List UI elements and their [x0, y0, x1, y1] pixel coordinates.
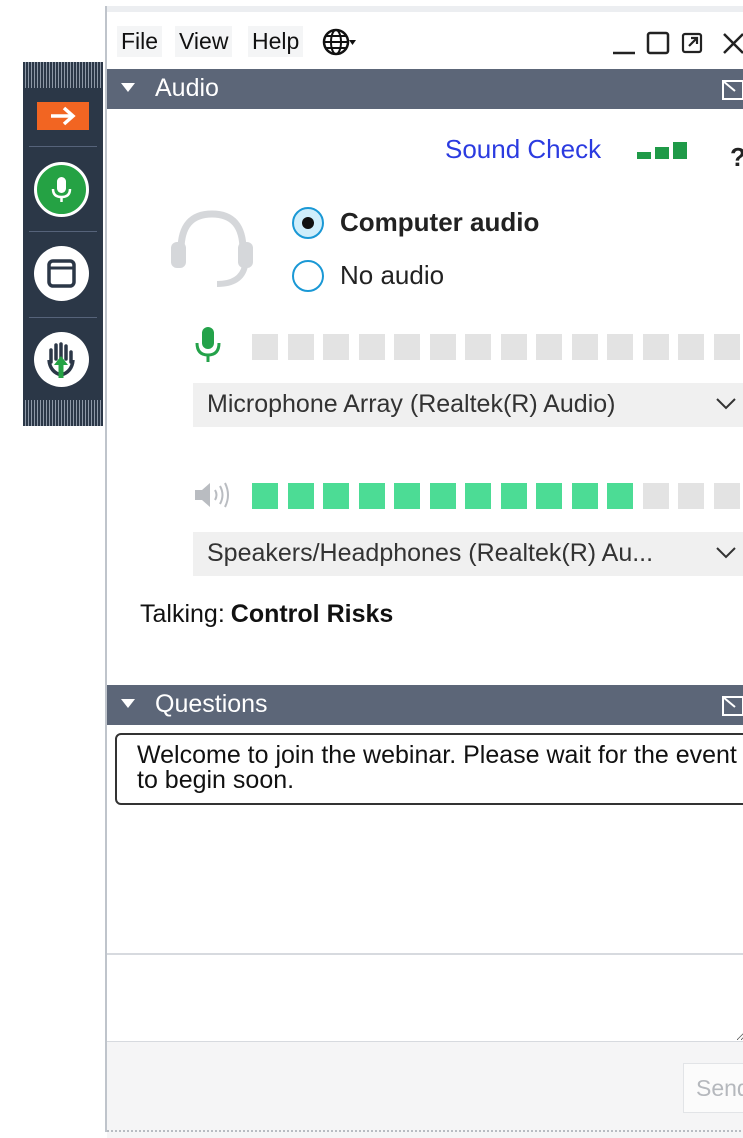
- close-button[interactable]: [721, 30, 743, 61]
- audio-panel-header[interactable]: Audio: [107, 69, 743, 109]
- sound-check-link[interactable]: Sound Check: [445, 134, 601, 165]
- headset-icon: [171, 210, 253, 287]
- level-segment: [394, 483, 420, 509]
- popout-icon: [681, 32, 703, 54]
- level-segment: [323, 334, 349, 360]
- level-segment: [571, 334, 598, 360]
- level-segment: [536, 483, 562, 509]
- level-segment: [678, 334, 704, 360]
- popout-icon: [722, 80, 743, 100]
- menu-view[interactable]: View: [175, 26, 233, 57]
- level-segment: [678, 483, 704, 509]
- microphone-button[interactable]: [34, 162, 89, 217]
- divider: [29, 146, 97, 147]
- level-segment: [252, 334, 278, 360]
- level-segment: [713, 483, 740, 509]
- questions-popout-icon[interactable]: [721, 695, 743, 724]
- no-audio-radio[interactable]: [292, 260, 324, 292]
- collapse-triangle-icon: [121, 83, 135, 92]
- popout-icon: [722, 696, 743, 716]
- menu-bar: File View Help: [107, 18, 743, 68]
- maximize-icon: [646, 31, 670, 55]
- level-segment: [571, 483, 598, 509]
- signal-strength-icon: [637, 142, 687, 159]
- level-segment: [713, 334, 740, 360]
- grab-handle-bottom[interactable]: [23, 400, 103, 426]
- level-segment: [607, 334, 633, 360]
- talking-label: Talking:: [140, 600, 225, 628]
- level-segment: [252, 483, 278, 509]
- speaker-device-value: Speakers/Headphones (Realtek(R) Au...: [207, 539, 654, 567]
- talking-indicator: Talking: Control Risks: [140, 600, 393, 629]
- globe-icon: [322, 28, 356, 56]
- chevron-down-icon: [716, 398, 736, 410]
- maximize-button[interactable]: [646, 30, 670, 61]
- microphone-device-value: Microphone Array (Realtek(R) Audio): [207, 390, 616, 418]
- audio-panel-title: Audio: [155, 74, 219, 102]
- questions-log: [107, 808, 743, 956]
- question-input[interactable]: [107, 955, 743, 1041]
- window-top-edge: [107, 6, 743, 12]
- level-segment: [500, 483, 527, 509]
- speaker-icon: [195, 482, 229, 508]
- webinar-control-panel: File View Help Audio Sound Check Compute…: [105, 6, 743, 1138]
- close-icon: [723, 33, 743, 54]
- computer-audio-radio[interactable]: [292, 207, 324, 239]
- level-segment: [287, 483, 314, 509]
- arrow-right-icon: [51, 106, 76, 126]
- window-icon: [47, 259, 76, 288]
- microphone-device-select[interactable]: Microphone Array (Realtek(R) Audio): [193, 383, 743, 427]
- welcome-message: Welcome to join the webinar. Please wait…: [115, 733, 743, 805]
- level-segment: [607, 483, 633, 509]
- level-segment: [358, 334, 385, 360]
- questions-footer: [107, 1042, 743, 1138]
- radio-selected-dot: [302, 217, 314, 229]
- popout-button[interactable]: [680, 30, 706, 61]
- audio-popout-icon[interactable]: [721, 79, 743, 108]
- level-segment: [642, 334, 669, 360]
- level-segment: [394, 334, 420, 360]
- level-segment: [287, 334, 314, 360]
- send-button[interactable]: Send: [683, 1063, 743, 1113]
- minimize-icon: [613, 51, 635, 55]
- level-segment: [642, 483, 669, 509]
- level-segment: [465, 483, 491, 509]
- grab-tab-button[interactable]: [34, 246, 89, 301]
- no-audio-label: No audio: [340, 260, 445, 290]
- speaker-device-select[interactable]: Speakers/Headphones (Realtek(R) Au...: [193, 532, 743, 576]
- divider: [29, 231, 97, 232]
- menu-file[interactable]: File: [117, 26, 163, 57]
- raise-hand-button[interactable]: [34, 332, 89, 387]
- chevron-down-icon: [716, 547, 736, 559]
- questions-panel-header[interactable]: Questions: [107, 685, 743, 725]
- level-segment: [465, 334, 491, 360]
- audio-help-button[interactable]: ?: [730, 142, 743, 173]
- expand-control-panel-button[interactable]: [37, 102, 89, 130]
- microphone-icon: [195, 327, 221, 362]
- raise-hand-icon: [47, 342, 75, 378]
- level-segment: [429, 334, 456, 360]
- collapse-triangle-icon: [121, 699, 135, 708]
- microphone-icon: [51, 177, 72, 202]
- minimize-button[interactable]: [612, 30, 636, 61]
- menu-help[interactable]: Help: [248, 26, 304, 57]
- language-menu[interactable]: [322, 27, 356, 57]
- talking-name: Control Risks: [230, 600, 394, 628]
- level-segment: [500, 334, 527, 360]
- grab-handle-top[interactable]: [23, 62, 103, 88]
- level-segment: [536, 334, 562, 360]
- questions-panel-title: Questions: [155, 690, 268, 718]
- level-segment: [323, 483, 349, 509]
- level-segment: [358, 483, 385, 509]
- level-segment: [429, 483, 456, 509]
- computer-audio-label: Computer audio: [340, 207, 540, 237]
- control-panel-strip: [23, 62, 103, 426]
- divider: [29, 317, 97, 318]
